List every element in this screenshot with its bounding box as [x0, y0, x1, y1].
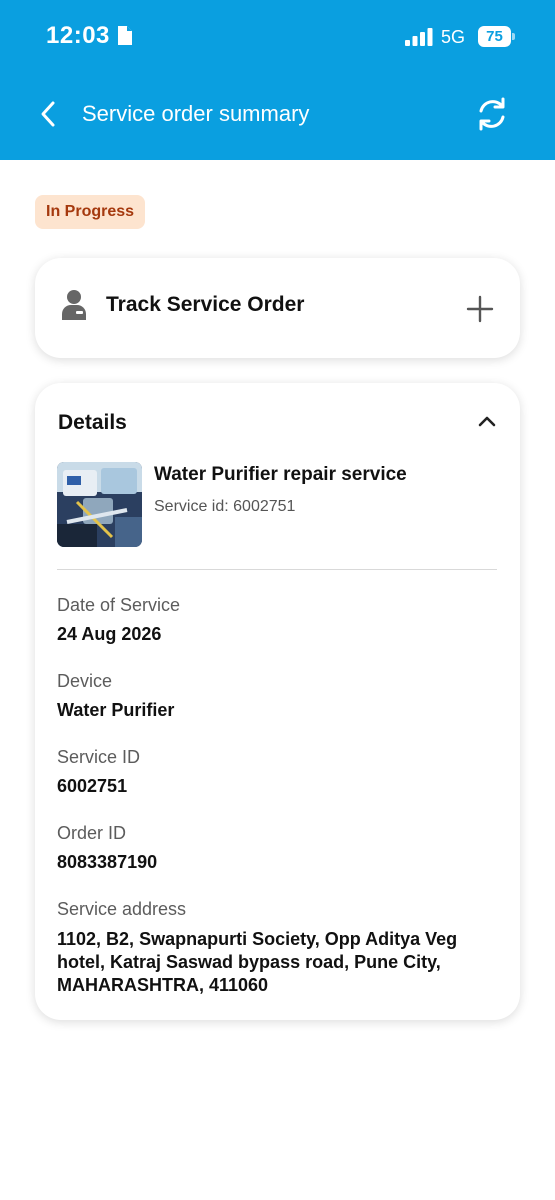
app-header: 12:03 5G 75 Service order summary — [0, 0, 555, 160]
divider — [57, 569, 497, 570]
service-id-value: 6002751 — [57, 776, 128, 796]
track-service-order-label: Track Service Order — [106, 293, 305, 316]
order-id-label: Order ID — [57, 823, 127, 843]
service-address-value: 1102, B2, Swapnapurti Society, Opp Adity… — [57, 929, 458, 995]
status-bar: 12:03 5G 75 — [0, 0, 555, 75]
service-id-label: Service ID — [57, 747, 141, 767]
device-label: Device — [57, 671, 113, 691]
page-title: Service order summary — [82, 101, 310, 126]
track-service-order-card[interactable]: Track Service Order — [35, 258, 520, 358]
plus-icon[interactable] — [466, 295, 494, 323]
date-of-service-value: 24 Aug 2026 — [57, 624, 162, 644]
battery-level: 75 — [478, 26, 511, 47]
service-name: Water Purifier repair service — [154, 464, 407, 485]
details-card: Details Water Purifier repair service Se… — [35, 383, 520, 1020]
battery-icon: 75 — [478, 26, 515, 47]
status-badge: In Progress — [35, 195, 146, 229]
document-icon — [118, 26, 132, 45]
service-id-line: Service id: 6002751 — [154, 498, 296, 515]
details-title: Details — [58, 411, 127, 434]
network-type: 5G — [441, 27, 466, 47]
device-value: Water Purifier — [57, 700, 175, 720]
person-icon — [62, 290, 86, 320]
signal-icon — [405, 28, 433, 46]
refresh-icon[interactable] — [474, 96, 510, 132]
chevron-up-icon[interactable] — [477, 414, 497, 428]
water-purifier-thumbnail — [57, 462, 142, 547]
back-arrow-icon[interactable] — [38, 100, 58, 128]
status-time: 12:03 — [46, 22, 110, 49]
battery-tip — [512, 33, 515, 40]
service-address-label: Service address — [57, 899, 187, 919]
order-id-value: 8083387190 — [57, 852, 158, 872]
date-of-service-label: Date of Service — [57, 595, 181, 615]
